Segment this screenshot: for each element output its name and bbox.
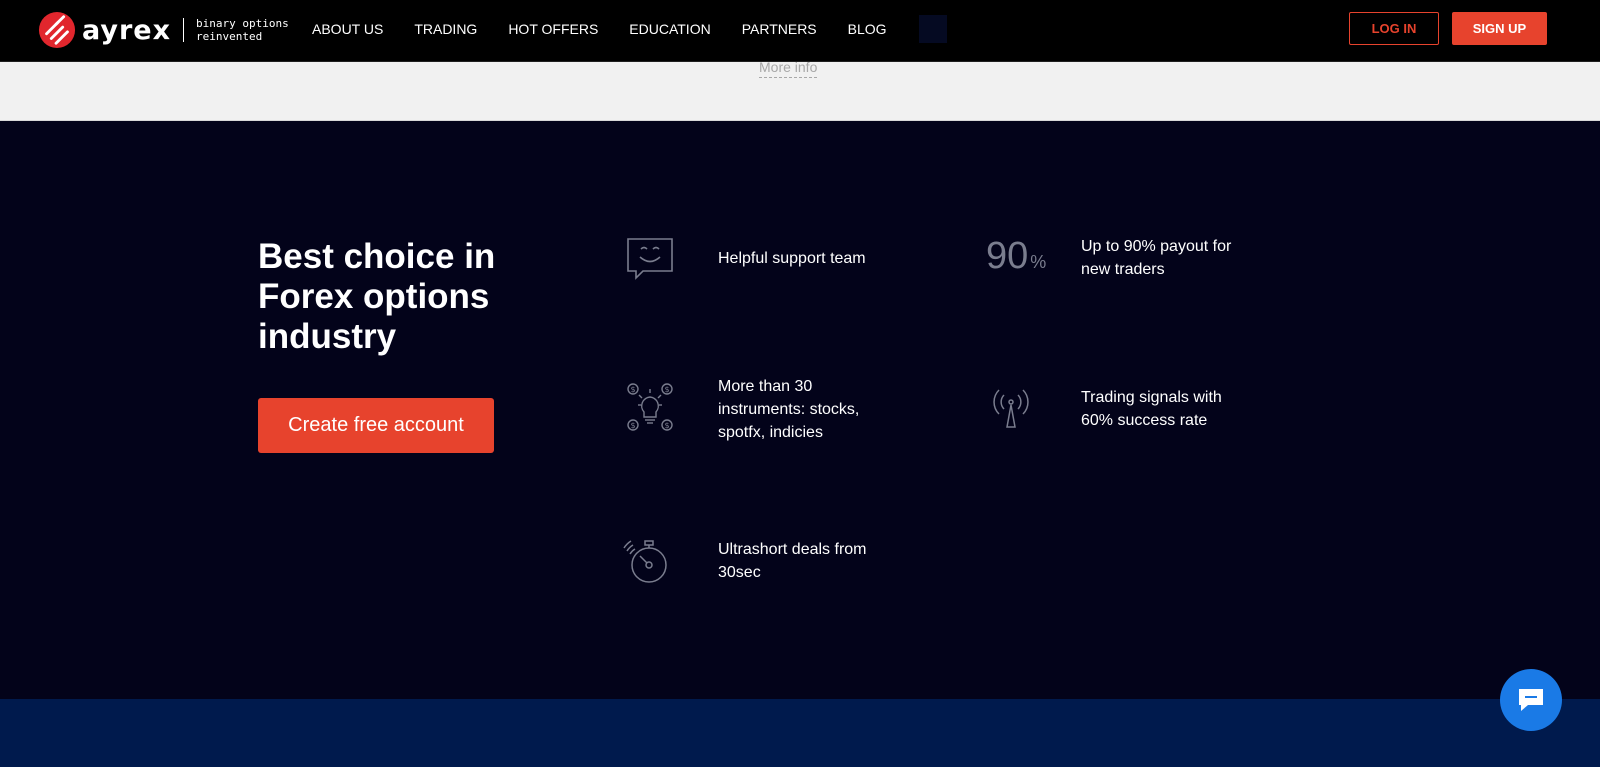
signal-antenna-icon [982, 379, 1040, 435]
chat-bubble-icon [1519, 689, 1543, 711]
create-account-button[interactable]: Create free account [258, 398, 494, 453]
feature-ultrashort-text: Ultrashort deals from 30sec [718, 541, 867, 581]
percent-90-icon: 90% [986, 235, 1046, 278]
logo-wordmark: ayrex [82, 14, 172, 46]
nav-placeholder-square [918, 15, 947, 43]
page: ayrex binary options reinvented ABOUT US… [0, 0, 1600, 767]
svg-text:$: $ [631, 421, 636, 430]
nav-trading[interactable]: TRADING [414, 21, 477, 37]
signup-button[interactable]: SIGN UP [1452, 12, 1547, 45]
light-strip: More info [0, 59, 1600, 121]
nav-hot-offers[interactable]: HOT OFFERS [508, 21, 598, 37]
stopwatch-icon [618, 533, 676, 589]
nav-partners[interactable]: PARTNERS [742, 21, 817, 37]
percent-sign: % [1030, 252, 1047, 272]
feature-signals-text: Trading signals with 60% success rate [1081, 389, 1222, 429]
ayrex-logo[interactable]: ayrex binary options reinvented [38, 10, 289, 50]
section-headline: Best choice in Forex options industry [258, 237, 496, 356]
logo-tagline: binary options reinvented [196, 17, 289, 43]
nav-blog[interactable]: BLOG [848, 21, 887, 37]
feature-support-text: Helpful support team [718, 250, 866, 267]
feature-signals [982, 379, 1040, 435]
login-button[interactable]: LOG IN [1349, 12, 1439, 45]
feature-support [620, 231, 678, 287]
feature-payout: 90% [986, 235, 1046, 278]
logo-tagline-line1: binary options [196, 17, 289, 30]
logo-divider [183, 18, 185, 42]
top-header: ayrex binary options reinvented ABOUT US… [0, 0, 1600, 62]
svg-text:$: $ [631, 385, 636, 394]
svg-text:$: $ [665, 421, 670, 430]
feature-instruments: $ $ $ $ [620, 379, 678, 435]
features-section: Best choice in Forex options industry Cr… [0, 121, 1600, 699]
bottom-band [0, 699, 1600, 767]
svg-text:$: $ [665, 385, 670, 394]
lightbulb-dollar-icon: $ $ $ $ [620, 379, 678, 435]
chat-button[interactable] [1500, 669, 1562, 731]
nav-about-us[interactable]: ABOUT US [312, 21, 383, 37]
smile-chat-icon [620, 231, 678, 287]
logo-tagline-line2: reinvented [196, 30, 263, 43]
logo-mark-icon [38, 11, 76, 49]
percent-value: 90 [986, 235, 1029, 277]
nav-education[interactable]: EDUCATION [629, 21, 710, 37]
feature-ultrashort [618, 533, 676, 589]
main-nav: ABOUT US TRADING HOT OFFERS EDUCATION PA… [312, 0, 947, 58]
feature-payout-text: Up to 90% payout for new traders [1081, 238, 1232, 278]
feature-instruments-text: More than 30 instruments: stocks, spotfx… [718, 378, 860, 441]
